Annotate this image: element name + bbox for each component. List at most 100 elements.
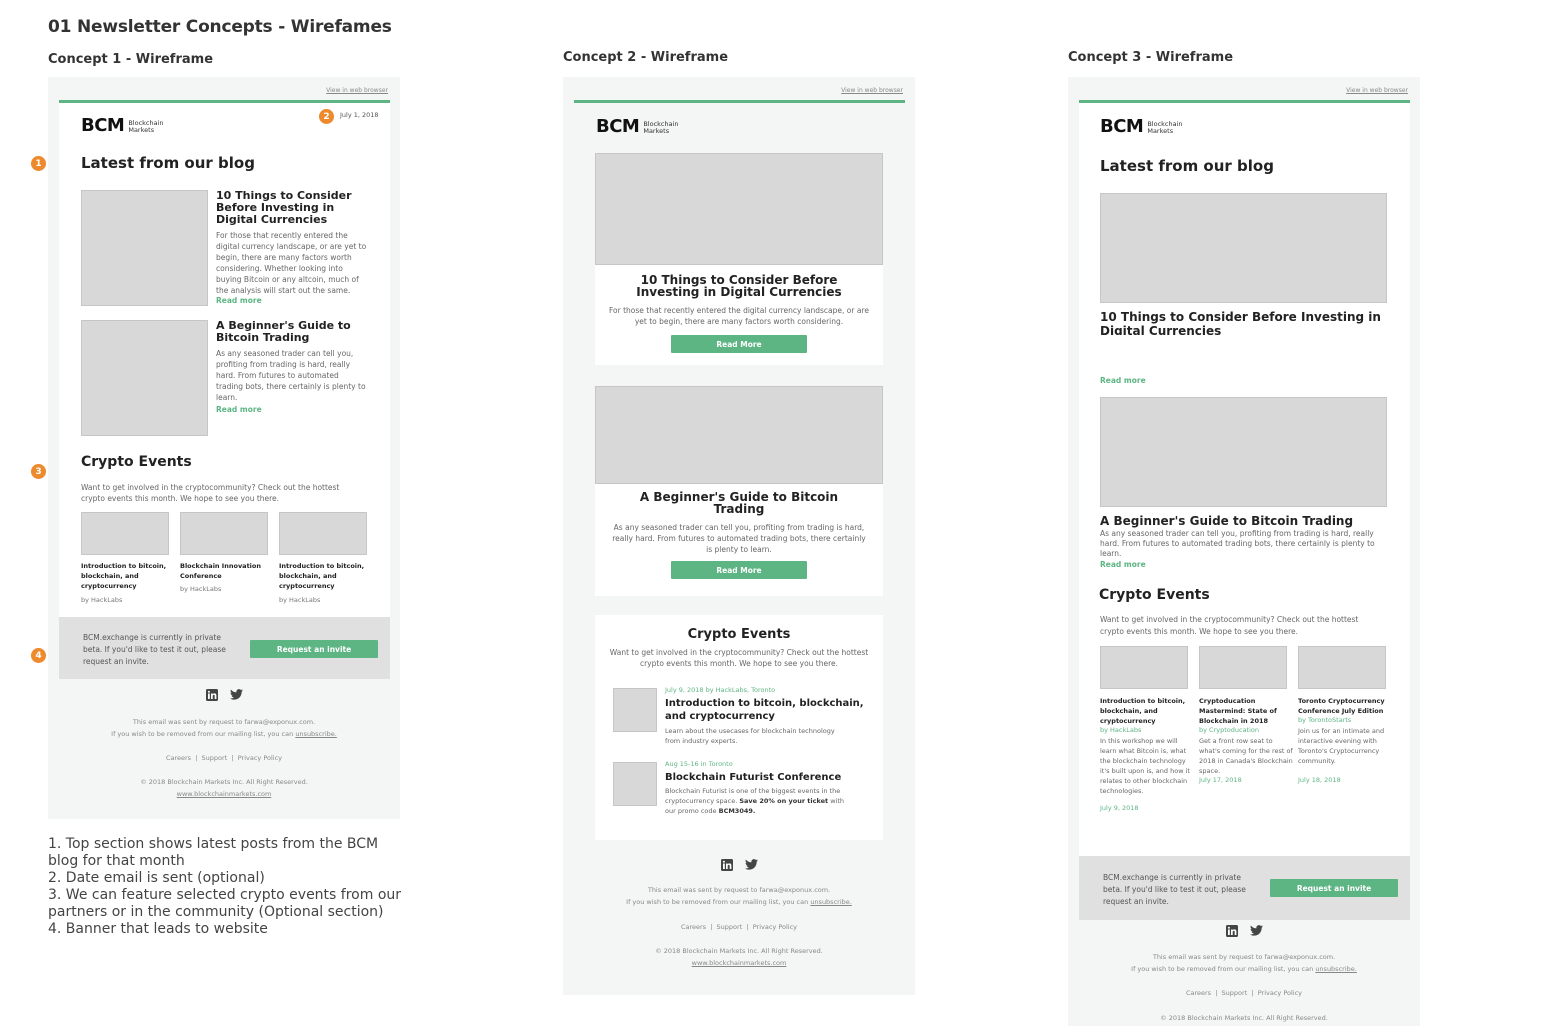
event-2-organizer: by Cryptoducation	[1199, 726, 1260, 734]
careers-link[interactable]: Careers	[166, 754, 191, 762]
post-1-read-more-link[interactable]: Read more	[216, 296, 262, 305]
event-1-meta: July 9, 2018 by HackLabs, Toronto	[665, 686, 776, 694]
request-invite-button[interactable]: Request an invite	[250, 640, 378, 658]
event-2-title[interactable]: Blockchain Innovation Conference	[180, 561, 268, 581]
event-3-image[interactable]	[1298, 646, 1386, 689]
event-1-description: In this workshop we will learn what Bitc…	[1100, 737, 1190, 795]
event-1-title[interactable]: Introduction to bitcoin, blockchain, and…	[665, 697, 865, 723]
event-1-title[interactable]: Introduction to bitcoin, blockchain, and…	[81, 561, 169, 591]
social-links	[1068, 925, 1420, 937]
event-1-date: July 9, 2018	[1100, 804, 1139, 812]
footer-notice: This email was sent by request to farwa@…	[626, 886, 852, 906]
events-card: Crypto Events Want to get involved in th…	[595, 615, 883, 840]
unsubscribe-link[interactable]: unsubscribe.	[295, 730, 337, 738]
linkedin-icon[interactable]	[720, 859, 733, 871]
request-invite-button[interactable]: Request an invite	[1270, 879, 1398, 897]
post-2-image[interactable]	[595, 386, 883, 484]
concept-3-email: BCM Blockchain Markets Latest from our bl…	[1079, 100, 1410, 856]
post-2-read-more-link[interactable]: Read more	[216, 405, 262, 414]
post-1-image[interactable]	[81, 190, 208, 306]
event-1-image[interactable]	[1100, 646, 1188, 689]
post-2-title[interactable]: A Beginner's Guide to Bitcoin Trading	[1100, 514, 1390, 528]
event-2-image[interactable]	[180, 512, 268, 555]
post-2-read-more-button[interactable]: Read More	[671, 561, 807, 579]
event-3-title[interactable]: Toronto Cryptocurrency Conference July E…	[1298, 696, 1392, 716]
footer-copyright: © 2018 Blockchain Markets Inc. All Right…	[563, 945, 915, 969]
concept-1-title: Concept 1 - Wireframe	[48, 52, 214, 67]
concept-1-frame: View in web browser BCM Blockchain Market…	[48, 77, 400, 819]
event-2-description: Get a front row seat to what's coming fo…	[1199, 737, 1293, 775]
event-2-image[interactable]	[613, 762, 657, 806]
event-3-description: Join us for an intimate and interactive …	[1298, 727, 1385, 765]
privacy-link[interactable]: Privacy Policy	[1258, 989, 1302, 997]
post-1-excerpt: For those that recently entered the digi…	[216, 231, 367, 295]
event-3-image[interactable]	[279, 512, 367, 555]
concept-2-title: Concept 2 - Wireframe	[563, 50, 729, 65]
privacy-link[interactable]: Privacy Policy	[753, 923, 797, 931]
event-1-image[interactable]	[613, 688, 657, 732]
post-2-excerpt: As any seasoned trader can tell you, pro…	[612, 523, 866, 554]
linkedin-icon[interactable]	[205, 689, 218, 701]
footer-notice: This email was sent by request to farwa@…	[1131, 953, 1357, 973]
website-link[interactable]: www.blockchainmarkets.com	[563, 957, 915, 969]
events-heading: Crypto Events	[687, 627, 791, 642]
event-1-title[interactable]: Introduction to bitcoin, blockchain, and…	[1100, 696, 1192, 726]
concept-3-frame: View in web browser BCM Blockchain Market…	[1068, 77, 1420, 1026]
linkedin-icon[interactable]	[1225, 925, 1238, 937]
post-2-image[interactable]	[81, 320, 208, 436]
event-1-image[interactable]	[81, 512, 169, 555]
header-accent-bar	[59, 100, 390, 103]
event-3-date: July 18, 2018	[1298, 776, 1341, 784]
post-1-title[interactable]: 10 Things to Consider Before Investing i…	[216, 190, 356, 226]
concept-2-frame: View in web browser BCM Blockchain Market…	[563, 77, 915, 995]
annotation-marker-1: 1	[31, 156, 46, 171]
bcm-logo: BCM Blockchain Markets	[1100, 116, 1183, 137]
annotation-marker-2: 2	[319, 109, 334, 124]
post-2-card: A Beginner's Guide to Bitcoin Trading As…	[595, 386, 883, 596]
unsubscribe-link[interactable]: unsubscribe.	[1315, 965, 1357, 973]
post-1-read-more-button[interactable]: Read More	[671, 335, 807, 353]
post-2-excerpt: As any seasoned trader can tell you, pro…	[1100, 529, 1375, 558]
events-intro: Want to get involved in the cryptocommun…	[81, 483, 340, 503]
footer-links: Careers | Support | Privacy Policy	[1185, 989, 1303, 997]
event-2-organizer: by HackLabs	[180, 585, 222, 593]
post-1-image[interactable]	[595, 153, 883, 265]
footer-copyright: © 2018 Blockchain Markets Inc. All Right…	[1160, 1014, 1328, 1022]
annotation-marker-3: 3	[31, 464, 46, 479]
post-1-image[interactable]	[1100, 193, 1387, 303]
view-in-browser-link[interactable]: View in web browser	[1346, 87, 1408, 94]
event-2-title[interactable]: Blockchain Futurist Conference	[665, 771, 865, 784]
social-links	[563, 859, 915, 871]
twitter-icon[interactable]	[229, 689, 243, 700]
twitter-icon[interactable]	[744, 859, 758, 870]
post-1-title[interactable]: 10 Things to Consider Before Investing i…	[619, 274, 859, 298]
event-3-organizer: by TorontoStarts	[1298, 716, 1352, 724]
post-2-title[interactable]: A Beginner's Guide to Bitcoin Trading	[216, 320, 356, 344]
post-2-image[interactable]	[1100, 397, 1387, 507]
post-2-title[interactable]: A Beginner's Guide to Bitcoin Trading	[619, 491, 859, 515]
footer-links: Careers | Support | Privacy Policy	[165, 754, 283, 762]
invite-banner: BCM.exchange is currently in private bet…	[1079, 856, 1410, 920]
post-1-read-more-link[interactable]: Read more	[1100, 376, 1146, 385]
support-link[interactable]: Support	[202, 754, 228, 762]
events-heading: Crypto Events	[1099, 587, 1210, 603]
support-link[interactable]: Support	[1222, 989, 1248, 997]
event-2-title[interactable]: Cryptoducation Mastermind: State of Bloc…	[1199, 696, 1293, 726]
post-2-read-more-link[interactable]: Read more	[1100, 560, 1146, 569]
privacy-link[interactable]: Privacy Policy	[238, 754, 282, 762]
page-title: 01 Newsletter Concepts - Wirefames	[48, 17, 392, 37]
events-intro: Want to get involved in the cryptocommun…	[1100, 615, 1359, 636]
post-1-title[interactable]: 10 Things to Consider Before Investing i…	[1100, 310, 1390, 335]
blog-heading: Latest from our blog	[1100, 157, 1274, 175]
support-link[interactable]: Support	[717, 923, 743, 931]
event-2-image[interactable]	[1199, 646, 1287, 689]
careers-link[interactable]: Careers	[681, 923, 706, 931]
event-2-description: Blockchain Futurist is one of the bigges…	[665, 787, 845, 815]
twitter-icon[interactable]	[1249, 925, 1263, 936]
website-link[interactable]: www.blockchainmarkets.com	[48, 788, 400, 800]
unsubscribe-link[interactable]: unsubscribe.	[810, 898, 852, 906]
view-in-browser-link[interactable]: View in web browser	[841, 87, 903, 94]
view-in-browser-link[interactable]: View in web browser	[326, 87, 388, 94]
event-3-title[interactable]: Introduction to bitcoin, blockchain, and…	[279, 561, 367, 591]
careers-link[interactable]: Careers	[1186, 989, 1211, 997]
